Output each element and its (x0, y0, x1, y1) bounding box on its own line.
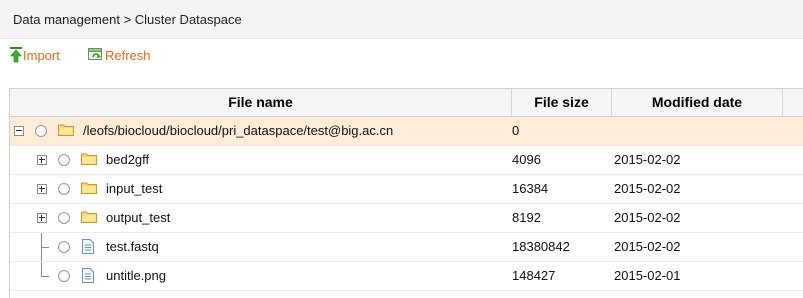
modified-date: 2015-02-01 (614, 268, 681, 283)
file-name[interactable]: test.fastq (106, 233, 159, 261)
file-name[interactable]: input_test (106, 175, 162, 203)
folder-icon (81, 181, 97, 197)
tree-connector (41, 262, 42, 277)
tree-connector (41, 276, 49, 277)
header-file-size[interactable]: File size (512, 89, 612, 116)
modified-date: 2015-02-02 (614, 152, 681, 167)
folder-icon (81, 152, 97, 168)
table-row[interactable]: output_test 8192 2015-02-02 (10, 204, 803, 233)
file-name[interactable]: output_test (106, 204, 170, 232)
table-row[interactable]: /leofs/biocloud/biocloud/pri_dataspace/t… (10, 117, 803, 146)
file-size: 18380842 (512, 239, 570, 254)
file-tree-grid: File name File size Modified date /leofs… (9, 88, 803, 298)
expand-icon[interactable] (37, 184, 47, 194)
file-icon (82, 239, 94, 257)
refresh-label: Refresh (105, 47, 151, 63)
row-radio[interactable] (58, 183, 70, 195)
row-radio[interactable] (35, 125, 47, 137)
file-size: 8192 (512, 210, 541, 225)
import-label: Import (23, 47, 60, 63)
import-button[interactable]: Import (10, 46, 60, 64)
breadcrumb-bar: Data management > Cluster Dataspace (0, 0, 803, 39)
file-size: 16384 (512, 181, 549, 196)
import-icon (10, 47, 22, 63)
table-row[interactable]: test.fastq 18380842 2015-02-02 (10, 233, 803, 262)
file-name[interactable]: bed2gff (106, 146, 149, 174)
file-name[interactable]: untitle.png (106, 262, 166, 290)
row-radio[interactable] (58, 241, 70, 253)
table-row[interactable]: untitle.png 148427 2015-02-01 (10, 262, 803, 291)
refresh-icon (88, 48, 104, 62)
modified-date: 2015-02-02 (614, 181, 681, 196)
breadcrumb: Data management > Cluster Dataspace (13, 12, 242, 27)
table-header: File name File size Modified date (10, 89, 803, 117)
header-modified-date[interactable]: Modified date (612, 89, 783, 116)
header-file-name[interactable]: File name (10, 89, 512, 116)
file-size: 148427 (512, 268, 556, 283)
toolbar: Import Refresh (0, 38, 803, 88)
table-row[interactable]: input_test 16384 2015-02-02 (10, 175, 803, 204)
expand-icon[interactable] (37, 213, 47, 223)
collapse-icon[interactable] (14, 126, 24, 136)
row-radio[interactable] (58, 154, 70, 166)
modified-date: 2015-02-02 (614, 239, 681, 254)
modified-date (614, 117, 794, 145)
table-row[interactable]: bed2gff 4096 2015-02-02 (10, 146, 803, 175)
refresh-button[interactable]: Refresh (88, 46, 151, 64)
folder-icon (81, 210, 97, 226)
tree-connector (41, 247, 49, 248)
row-radio[interactable] (58, 212, 70, 224)
file-icon (82, 268, 94, 286)
file-size: 0 (512, 123, 520, 138)
folder-icon (58, 123, 74, 139)
file-name[interactable]: /leofs/biocloud/biocloud/pri_dataspace/t… (83, 117, 393, 145)
modified-date: 2015-02-02 (614, 210, 681, 225)
expand-icon[interactable] (37, 155, 47, 165)
file-size: 4096 (512, 152, 541, 167)
row-radio[interactable] (58, 270, 70, 282)
